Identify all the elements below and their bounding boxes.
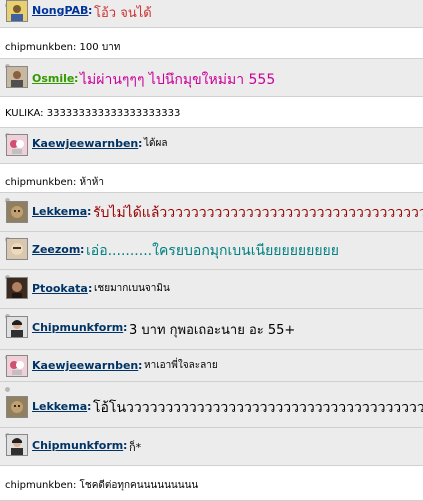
username-link[interactable]: Chipmunkform — [32, 321, 123, 334]
message-text: 3 บาท กุพอเถอะนาย อะ 55+ — [129, 323, 296, 338]
person-avatar-icon[interactable] — [6, 316, 28, 338]
name-separator: : — [138, 359, 143, 372]
system-text: chipmunkben: โชคดีต่อทุกคนนนนนนนนน — [5, 480, 199, 491]
message-text: ไม่ผ่านๆๆๆ ไปนึกมุขใหม่มา 555 — [80, 72, 276, 88]
cartoon-avatar-icon[interactable] — [6, 134, 28, 156]
name-separator: : — [88, 282, 93, 295]
message-text: หาเอาพี่ใจละลาย — [144, 360, 218, 371]
system-message: chipmunkben: 100 บาท — [0, 28, 423, 59]
username-link[interactable]: Lekkema — [32, 400, 87, 413]
chat-message: Lekkema: โอ้โนววววววววววววววววววววววววววว… — [0, 382, 423, 428]
message-text: เอ่อ..........ใครยบอกมุกเบนเนียยยยยยยยย — [86, 243, 339, 259]
yellow-avatar-icon[interactable] — [6, 0, 28, 22]
system-message: chipmunkben: โชคดีต่อทุกคนนนนนนนนน — [0, 466, 423, 501]
status-dot-icon — [5, 387, 10, 392]
system-text: KULIKA: 333333333333333333333 — [5, 108, 181, 119]
chat-message: Lekkema: รับไม่ได้แล้วววววววววววววววววววว… — [0, 193, 423, 232]
name-separator: : — [123, 321, 128, 334]
message-text: ก็* — [129, 441, 142, 454]
cartoon-avatar-icon[interactable] — [6, 355, 28, 377]
username-link[interactable]: Chipmunkform — [32, 439, 123, 452]
system-message: KULIKA: 333333333333333333333 — [0, 97, 423, 128]
message-text: เชยมากเบนจามิน — [94, 283, 170, 294]
message-text: โอ้ว จนได้ — [94, 6, 152, 21]
chat-message: NongPAB: โอ้ว จนได้ — [0, 0, 423, 28]
username-link[interactable]: Zeezom — [32, 243, 80, 256]
chat-feed: NongPAB: โอ้ว จนได้ chipmunkben: 100 บาท Os… — [0, 0, 423, 501]
system-message: chipmunkben: ห้าห้า — [0, 164, 423, 193]
dark-avatar-icon[interactable] — [6, 277, 28, 299]
name-separator: : — [138, 137, 143, 150]
chat-message: Kaewjeewarnben: หาเอาพี่ใจละลาย — [0, 350, 423, 382]
chat-message: Osmile: ไม่ผ่านๆๆๆ ไปนึกมุขใหม่มา 555 — [0, 59, 423, 97]
chat-message: Kaewjeewarnben: ได้ผล — [0, 128, 423, 164]
person-avatar-icon[interactable] — [6, 434, 28, 456]
system-text: chipmunkben: ห้าห้า — [5, 177, 104, 188]
name-separator: : — [88, 4, 93, 17]
username-link[interactable]: Kaewjeewarnben — [32, 359, 138, 372]
username-link[interactable]: Kaewjeewarnben — [32, 137, 138, 150]
message-text: รับไม่ได้แล้วววววววววววววววววววววววววววว… — [93, 205, 423, 221]
system-text: chipmunkben: 100 บาท — [5, 42, 121, 53]
photo-avatar-icon[interactable] — [6, 66, 28, 88]
face-avatar-icon[interactable] — [6, 238, 28, 260]
chat-message: Ptookata: เชยมากเบนจามิน — [0, 270, 423, 309]
message-text: ได้ผล — [144, 138, 168, 149]
name-separator: : — [80, 243, 85, 256]
message-text: โอ้โนววววววววววววววววววววววววววววววววววว… — [93, 400, 423, 416]
name-separator: : — [87, 400, 92, 413]
animal-avatar-icon[interactable] — [6, 396, 28, 418]
animal-avatar-icon[interactable] — [6, 201, 28, 223]
chat-message: Chipmunkform: ก็* — [0, 428, 423, 466]
username-link[interactable]: NongPAB — [32, 4, 88, 17]
username-link[interactable]: Lekkema — [32, 205, 87, 218]
username-link[interactable]: Ptookata — [32, 282, 88, 295]
chat-message: Chipmunkform:3 บาท กุพอเถอะนาย อะ 55+ — [0, 309, 423, 350]
chat-message: Zeezom: เอ่อ..........ใครยบอกมุกเบนเนียยย… — [0, 232, 423, 270]
username-link[interactable]: Osmile — [32, 72, 74, 85]
name-separator: : — [87, 205, 92, 218]
name-separator: : — [74, 72, 79, 85]
name-separator: : — [123, 439, 128, 452]
